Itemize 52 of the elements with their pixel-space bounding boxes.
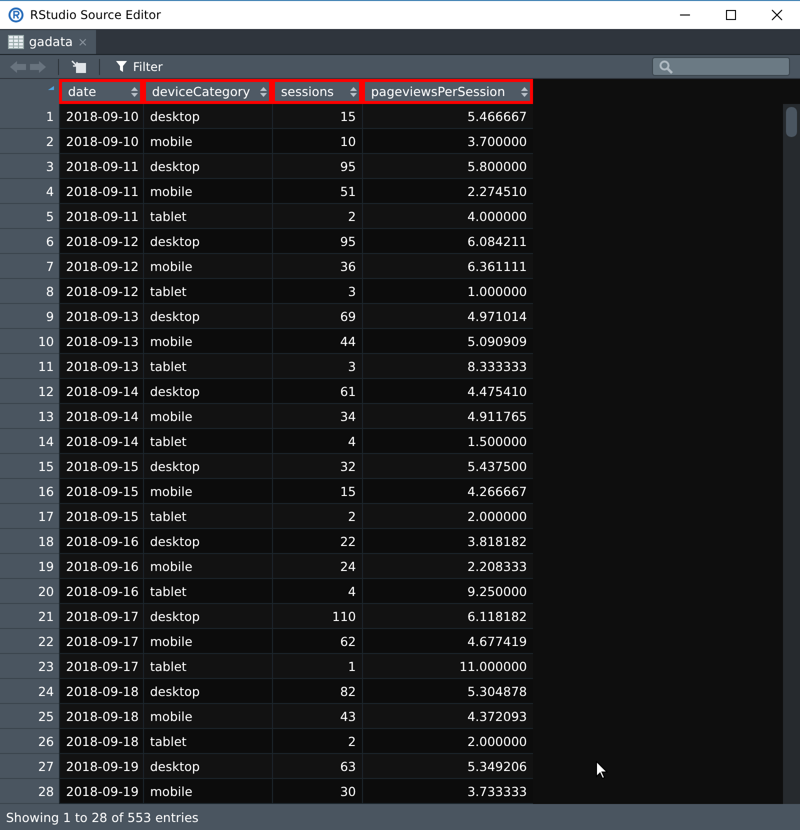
column-header[interactable]: deviceCategory xyxy=(143,79,272,104)
sort-icon xyxy=(521,86,528,97)
filter-button[interactable]: Filter xyxy=(112,60,167,74)
row-number: 1 xyxy=(0,104,59,130)
row-number: 18 xyxy=(0,529,59,554)
row-number: 4 xyxy=(0,179,59,204)
editor-tab[interactable]: gadata × xyxy=(0,30,96,54)
row-number: 24 xyxy=(0,679,59,704)
funnel-icon xyxy=(116,61,127,72)
maximize-icon[interactable] xyxy=(725,9,737,22)
column-header[interactable]: sessions xyxy=(272,79,362,104)
sort-triangle-icon xyxy=(48,86,54,90)
row-number: 13 xyxy=(0,404,59,430)
scroll-thumb[interactable] xyxy=(786,107,797,138)
row-number: 21 xyxy=(0,604,59,630)
r-logo-icon xyxy=(8,7,24,24)
mouse-pointer-icon xyxy=(596,761,608,780)
scrollbar[interactable] xyxy=(783,104,800,804)
search-field[interactable] xyxy=(652,57,790,76)
row-number: 3 xyxy=(0,154,59,180)
column-header[interactable]: pageviewsPerSession xyxy=(362,79,533,104)
row-number: 7 xyxy=(0,254,59,280)
row-number: 15 xyxy=(0,454,59,480)
row-number: 5 xyxy=(0,204,59,230)
row-number: 9 xyxy=(0,304,59,330)
row-number: 20 xyxy=(0,579,59,604)
search-icon xyxy=(659,60,673,74)
row-number: 10 xyxy=(0,329,59,354)
close-icon[interactable] xyxy=(771,9,783,22)
popout-icon[interactable] xyxy=(71,60,87,74)
sort-icon xyxy=(350,86,357,97)
row-number: 14 xyxy=(0,429,59,454)
row-number: 8 xyxy=(0,279,59,304)
sort-icon xyxy=(131,86,138,97)
row-number: 25 xyxy=(0,704,59,730)
table-icon xyxy=(8,34,24,49)
row-number: 19 xyxy=(0,554,59,580)
row-number: 26 xyxy=(0,729,59,754)
status-text: Showing 1 to 28 of 553 entries xyxy=(0,804,800,830)
sort-icon xyxy=(260,86,267,97)
row-number: 23 xyxy=(0,654,59,680)
row-number: 22 xyxy=(0,629,59,654)
window-title: RStudio Source Editor xyxy=(30,8,161,22)
row-number: 11 xyxy=(0,354,59,380)
row-number: 2 xyxy=(0,129,59,154)
row-number: 12 xyxy=(0,379,59,404)
row-number: 17 xyxy=(0,504,59,530)
row-number: 28 xyxy=(0,779,59,804)
row-number: 16 xyxy=(0,479,59,504)
column-header[interactable]: date xyxy=(59,79,143,104)
row-number: 6 xyxy=(0,229,59,254)
row-number: 27 xyxy=(0,754,59,780)
